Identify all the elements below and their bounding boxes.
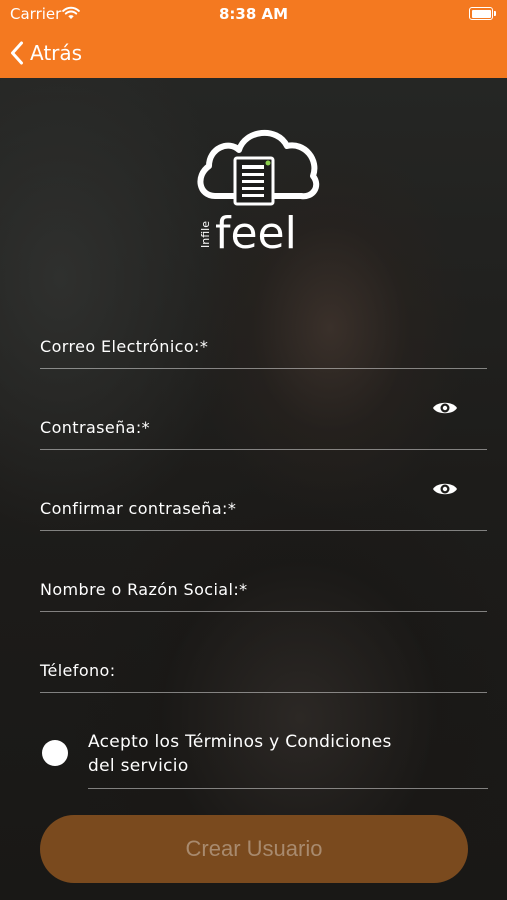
chevron-left-icon <box>11 41 23 65</box>
business-name-field[interactable]: Nombre o Razón Social:* <box>40 571 487 612</box>
create-user-button[interactable]: Crear Usuario <box>40 815 468 883</box>
svg-text:Infile: Infile <box>199 221 212 248</box>
terms-link[interactable]: Términos y Condiciones <box>185 732 392 752</box>
divider <box>88 788 488 789</box>
eye-icon[interactable] <box>432 399 458 417</box>
terms-radio[interactable] <box>42 740 68 766</box>
email-label: Correo Electrónico:* <box>40 337 209 356</box>
svg-text:feel: feel <box>215 208 297 253</box>
terms-suffix: del servicio <box>88 756 189 776</box>
phone-field[interactable]: Télefono: <box>40 652 487 693</box>
business-name-label: Nombre o Razón Social:* <box>40 580 248 599</box>
back-button[interactable]: Atrás <box>10 38 82 68</box>
back-label: Atrás <box>30 41 83 65</box>
battery-icon <box>469 7 496 20</box>
password-field[interactable]: Contraseña:* <box>40 409 487 450</box>
clock: 8:38 AM <box>218 5 289 23</box>
navigation-bar: Atrás <box>0 30 507 78</box>
confirm-password-label: Confirmar contraseña:* <box>40 499 237 518</box>
confirm-password-field[interactable]: Confirmar contraseña:* <box>40 490 487 531</box>
terms-text: Acepto los Términos y Condiciones del se… <box>88 730 448 778</box>
infile-feel-logo: Infile feel <box>197 129 320 253</box>
password-label: Contraseña:* <box>40 418 151 437</box>
phone-label: Télefono: <box>40 661 116 680</box>
email-field[interactable]: Correo Electrónico:* <box>40 328 487 369</box>
terms-prefix: Acepto los <box>88 732 186 752</box>
status-bar: Carrier 8:38 AM <box>0 0 507 30</box>
eye-icon[interactable] <box>432 480 458 498</box>
